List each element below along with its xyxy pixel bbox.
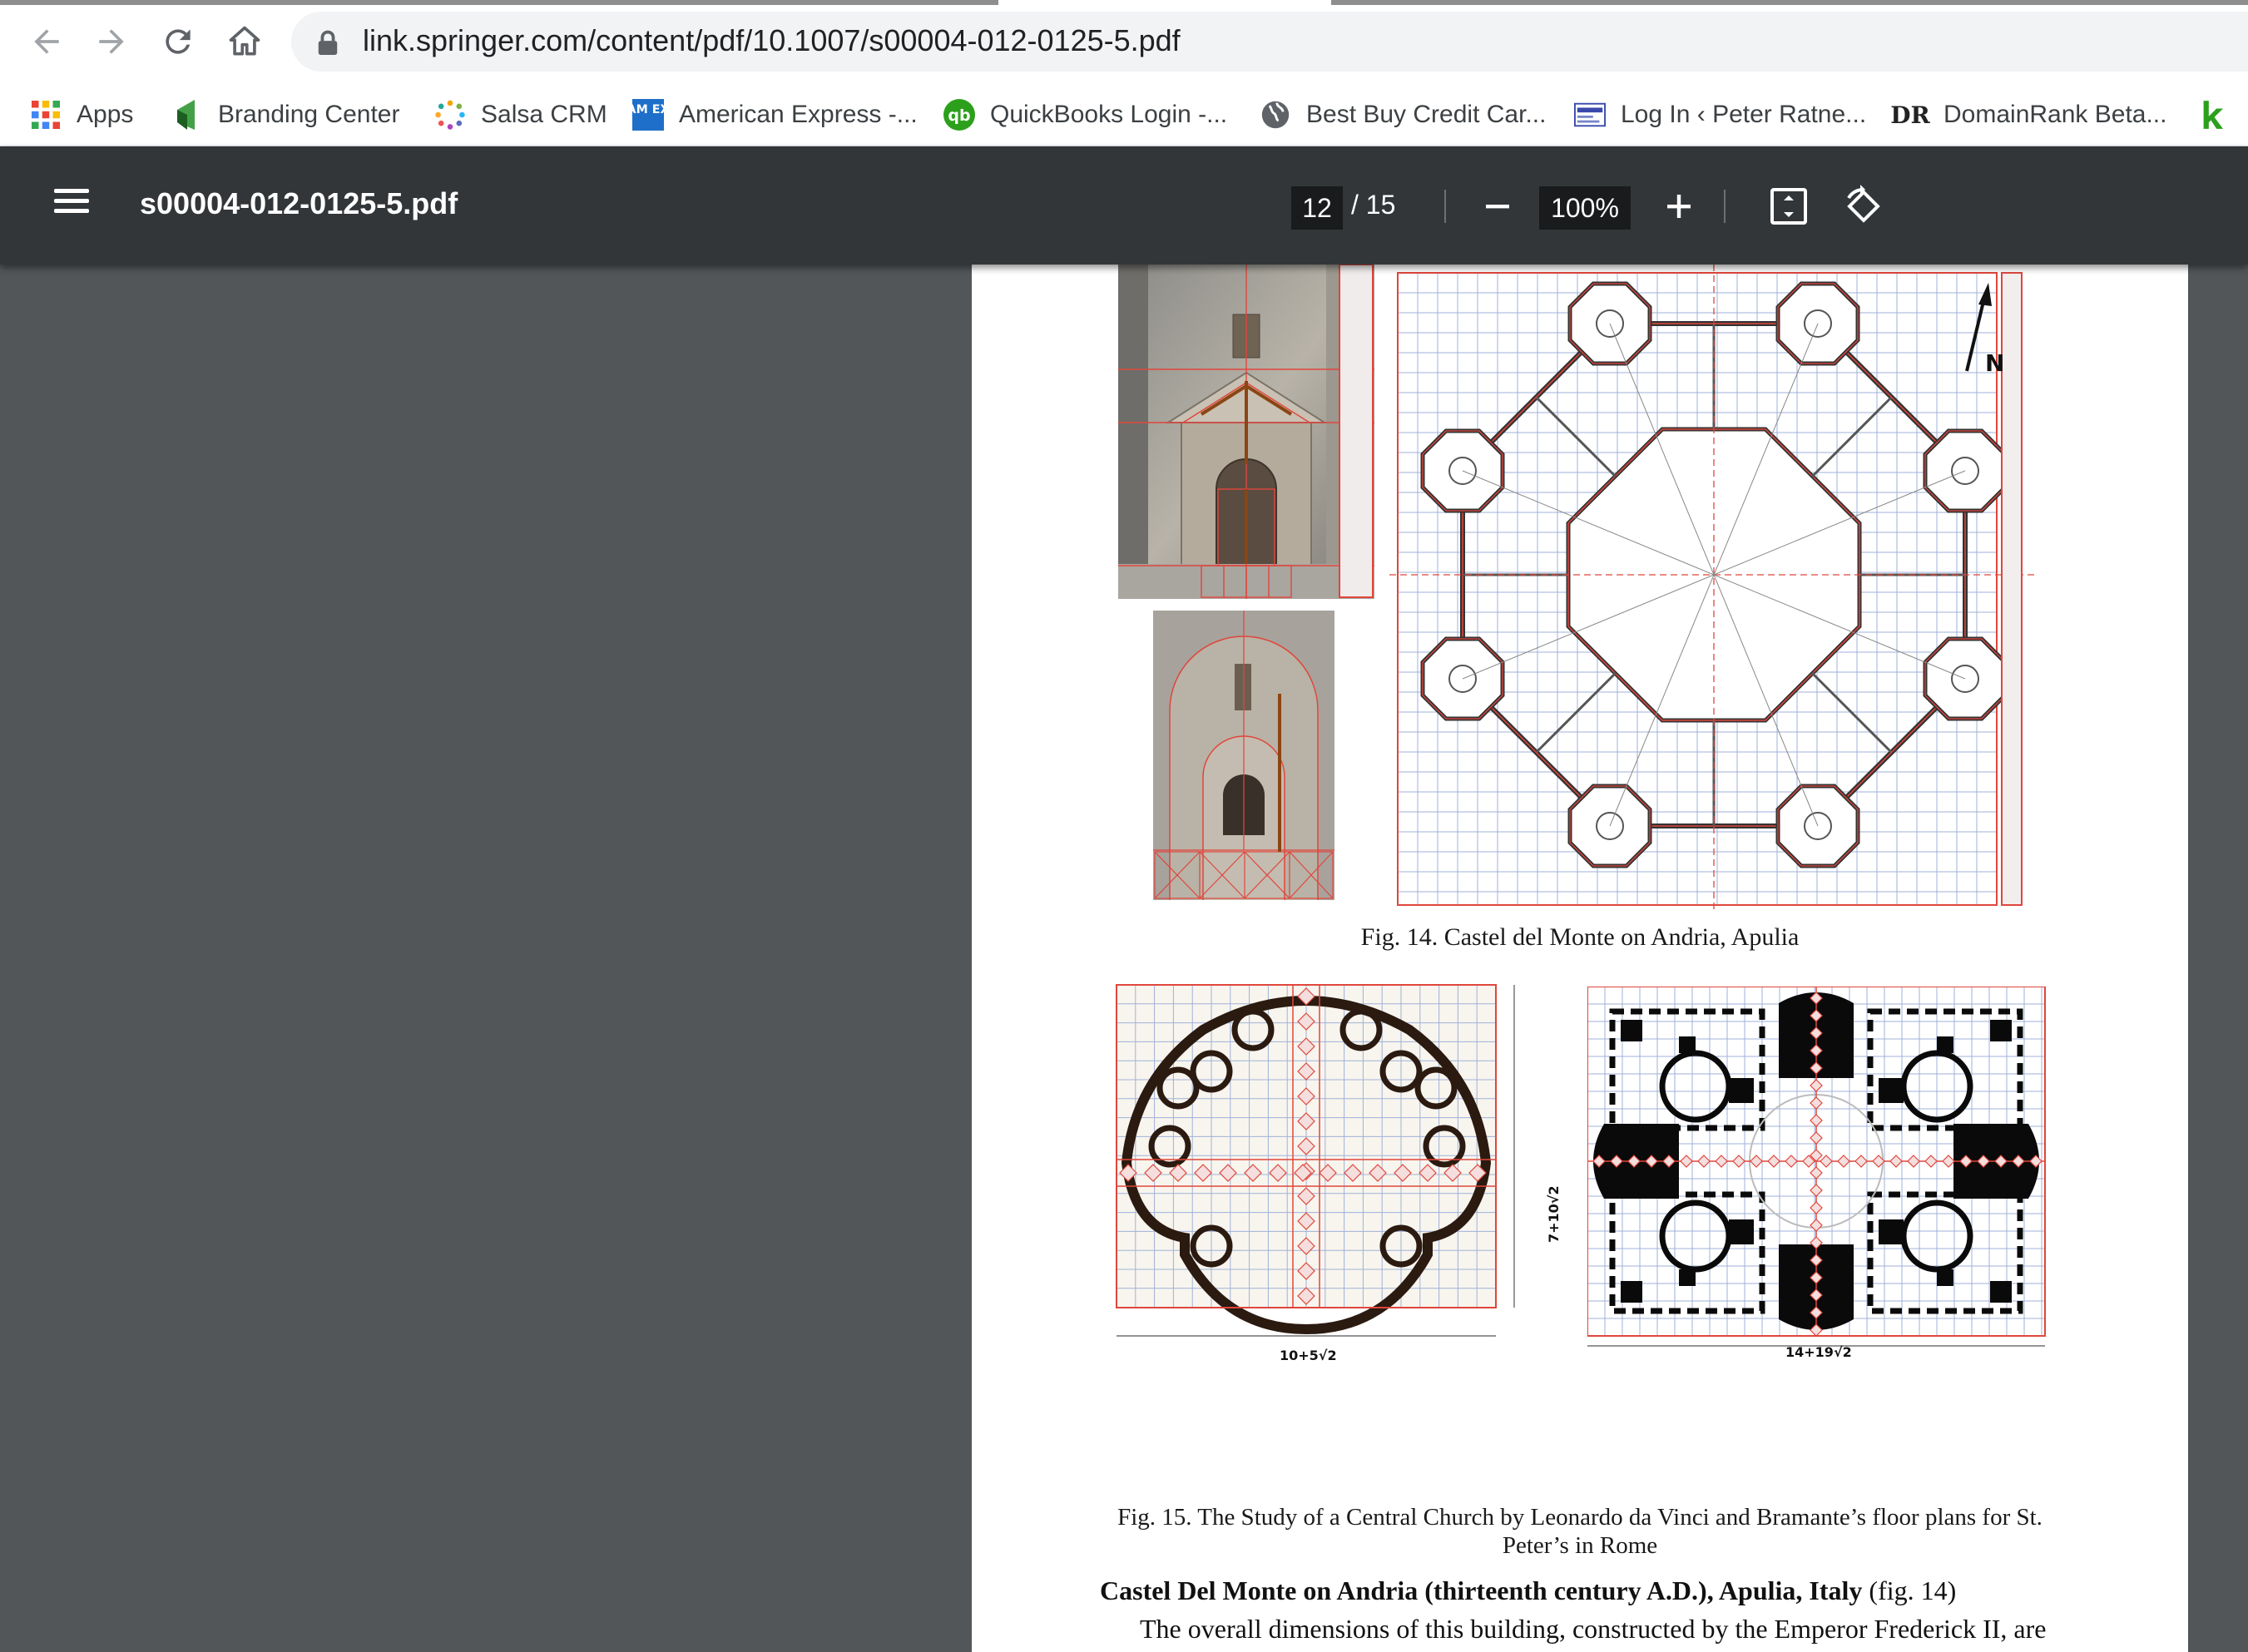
toolbar-separator <box>1724 190 1726 223</box>
section-heading-ref: (fig. 14) <box>1862 1575 1957 1605</box>
facade-photo-upper <box>1118 265 1374 599</box>
leonardo-height-label: 7+10√2 <box>1546 1185 1562 1243</box>
svg-text:AM EX: AM EX <box>632 103 664 116</box>
facade-scale-column <box>1339 265 1374 598</box>
bookmark-best-buy-credit[interactable]: Best Buy Credit Car... <box>1260 92 1546 138</box>
zoom-in-button[interactable] <box>1657 185 1701 228</box>
bookmark-apps[interactable]: Apps <box>30 92 133 138</box>
bookmark-american-express[interactable]: AM EX American Express -... <box>632 92 918 138</box>
home-button[interactable] <box>220 17 270 67</box>
rotate-counterclockwise-icon <box>1847 185 1880 223</box>
minus-icon <box>1486 205 1509 209</box>
globe-icon <box>1260 99 1291 131</box>
bookmark-label: Log In ‹ Peter Ratne... <box>1621 101 1867 128</box>
pdf-page: N Fig. 14. Castel del Monte on Andria, A… <box>972 265 2188 1652</box>
domainrank-icon: DR <box>1890 101 1930 129</box>
k-site-icon <box>2196 99 2228 131</box>
bookmark-label: Branding Center <box>218 101 400 128</box>
forward-button[interactable] <box>87 17 136 67</box>
document-title: s00004-012-0125-5.pdf <box>140 186 458 220</box>
page-number-input[interactable]: 12 <box>1291 186 1343 230</box>
rotate-button[interactable] <box>1840 183 1887 230</box>
apps-grid-icon <box>30 99 62 131</box>
plus-icon <box>1667 195 1691 218</box>
north-label: N <box>1985 349 2004 377</box>
bookmark-branding-center[interactable]: Branding Center <box>171 92 399 138</box>
navigation-row: link.springer.com/content/pdf/10.1007/s0… <box>0 0 2248 83</box>
tab-strip-edge <box>1331 0 2248 5</box>
bookmarks-bar: Apps Branding Center Salsa CRM M E Ameri… <box>0 83 2248 146</box>
address-bar[interactable]: link.springer.com/content/pdf/10.1007/s0… <box>291 12 2248 72</box>
bookmark-label: Apps <box>77 101 134 128</box>
zoom-level-input[interactable]: 100% <box>1539 186 1631 230</box>
tab-strip-edge <box>0 0 998 5</box>
branding-center-icon <box>171 99 203 131</box>
amex-icon: AM EX <box>632 99 664 131</box>
leonardo-church-plan <box>1116 984 1515 1337</box>
hamburger-icon <box>54 189 89 193</box>
svg-text:qb: qb <box>948 106 970 125</box>
bookmark-label: American Express -... <box>679 101 918 128</box>
fit-page-icon <box>1770 188 1807 225</box>
fit-to-page-button[interactable] <box>1767 185 1810 228</box>
salsa-crm-icon <box>434 99 466 131</box>
facade-photo-lower <box>1153 611 1334 900</box>
browser-topbar: link.springer.com/content/pdf/10.1007/s0… <box>0 0 2248 146</box>
quickbooks-icon: qb <box>943 99 975 131</box>
bookmark-salsa-crm[interactable]: Salsa CRM <box>434 92 607 138</box>
leonardo-width-label: 10+5√2 <box>1280 1348 1337 1363</box>
bramante-width-label: 14+19√2 <box>1785 1344 1852 1360</box>
back-button[interactable] <box>22 17 72 67</box>
scale-column <box>2001 272 2023 906</box>
bramante-st-peters-plan <box>1587 987 2046 1347</box>
castel-del-monte-plan: N <box>1389 265 2038 913</box>
zoom-out-button[interactable] <box>1476 185 1519 228</box>
bookmark-domainrank[interactable]: DR DomainRank Beta... <box>1890 92 2167 138</box>
fig14-caption: Fig. 14. Castel del Monte on Andria, Apu… <box>1360 923 1800 951</box>
fig15-caption-line1: Fig. 15. The Study of a Central Church b… <box>1117 1504 2043 1531</box>
reload-button[interactable] <box>153 17 203 67</box>
menu-button[interactable] <box>47 183 97 230</box>
bookmark-label: DomainRank Beta... <box>1943 101 2167 128</box>
fig15-caption-line2: Peter’s in Rome <box>1502 1532 1658 1559</box>
forward-arrow-icon <box>99 29 124 54</box>
reload-icon <box>166 29 191 54</box>
page-total: / 15 <box>1351 190 1396 220</box>
north-arrow-icon: N <box>1965 283 2004 377</box>
bookmark-label: Best Buy Credit Car... <box>1306 101 1547 128</box>
bookmark-k-site[interactable] <box>2196 92 2243 138</box>
bookmark-log-in[interactable]: Log In ‹ Peter Ratne... <box>1574 92 1866 138</box>
login-site-icon <box>1574 99 1606 131</box>
url-text: link.springer.com/content/pdf/10.1007/s0… <box>363 23 1181 57</box>
home-icon <box>229 26 260 56</box>
bookmark-label: Salsa CRM <box>481 101 607 128</box>
body-paragraph: The overall dimensions of this building,… <box>1140 1614 2047 1644</box>
back-arrow-icon <box>34 29 59 54</box>
bookmark-label: QuickBooks Login -... <box>990 101 1228 128</box>
toolbar-separator <box>1444 190 1446 223</box>
pdf-viewer-toolbar: s00004-012-0125-5.pdf 12 / 15 100% <box>0 146 2248 265</box>
bookmark-quickbooks[interactable]: qb QuickBooks Login -... <box>943 92 1227 138</box>
section-heading: Castel Del Monte on Andria (thirteenth c… <box>1100 1575 1956 1606</box>
section-heading-title: Castel Del Monte on Andria (thirteenth c… <box>1100 1575 1863 1605</box>
lock-icon <box>318 30 338 55</box>
